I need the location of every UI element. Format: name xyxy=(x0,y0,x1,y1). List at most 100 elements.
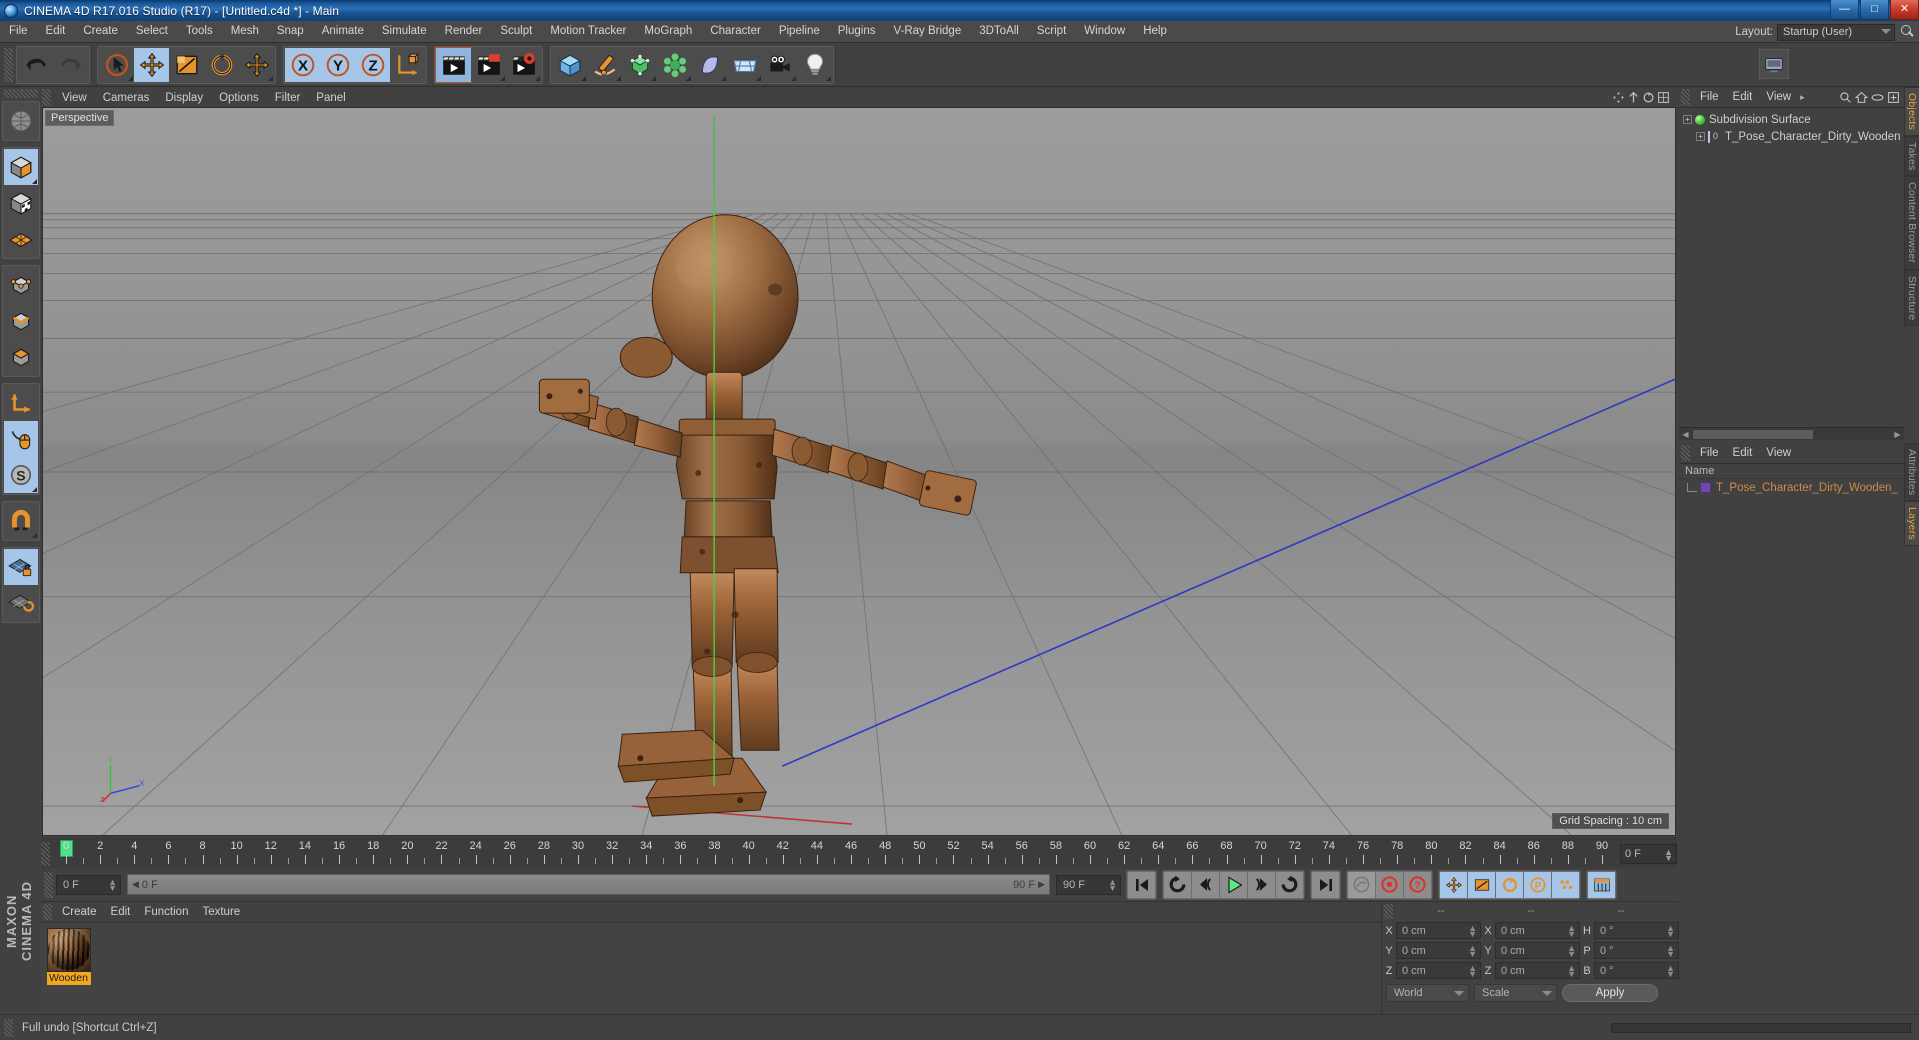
object-manager-grip[interactable] xyxy=(1681,89,1690,105)
add-spline-button[interactable] xyxy=(587,47,622,82)
viewport-grip[interactable] xyxy=(42,89,51,106)
toolbar-grip[interactable] xyxy=(4,47,13,82)
search-icon[interactable] xyxy=(1899,24,1915,40)
left-toolbar-grip[interactable] xyxy=(3,89,38,98)
spinner-icon[interactable]: ▲ ▼ xyxy=(1468,964,1477,979)
menu-item-sculpt[interactable]: Sculpt xyxy=(491,21,541,42)
rotation-h-field[interactable]: 0 ° ▲ ▼ xyxy=(1594,922,1679,939)
menu-item-character[interactable]: Character xyxy=(701,21,770,42)
object-manager-hscrollbar[interactable]: ◀ ▶ xyxy=(1679,427,1904,440)
add-deformer-button[interactable] xyxy=(657,47,692,82)
panel-tab-structure[interactable]: Structure xyxy=(1904,269,1919,327)
material-menu-function[interactable]: Function xyxy=(137,903,195,922)
menu-item-file[interactable]: File xyxy=(0,21,37,42)
magnet-tool-button[interactable] xyxy=(3,503,38,539)
menu-item-motion-tracker[interactable]: Motion Tracker xyxy=(541,21,635,42)
expand-toggle-icon[interactable]: + xyxy=(1696,132,1705,141)
step-back-button[interactable] xyxy=(1192,871,1219,898)
apply-button[interactable]: Apply xyxy=(1562,984,1658,1002)
material-menu-texture[interactable]: Texture xyxy=(195,903,247,922)
menu-item-help[interactable]: Help xyxy=(1134,21,1176,42)
spinner-icon[interactable]: ▲ ▼ xyxy=(1567,924,1576,939)
scroll-thumb[interactable] xyxy=(1693,430,1813,439)
polygon-mode-button[interactable] xyxy=(3,339,38,375)
spinner-icon[interactable]: ▲ ▼ xyxy=(1666,944,1675,959)
edge-mode-button[interactable] xyxy=(3,303,38,339)
spinner-icon[interactable]: ▲ ▼ xyxy=(108,877,117,892)
rotate-tool[interactable] xyxy=(204,47,239,82)
viewport-menu-display[interactable]: Display xyxy=(157,89,211,107)
menu-item-render[interactable]: Render xyxy=(436,21,492,42)
panel-tab-content-browser[interactable]: Content Browser xyxy=(1904,176,1919,270)
home-icon[interactable] xyxy=(1855,91,1868,104)
panel-tab-layers[interactable]: Layers xyxy=(1904,501,1919,547)
object-manager-tree[interactable]: + Subdivision Surface +0 T_Pose_Character_D… xyxy=(1679,107,1904,427)
spinner-icon[interactable]: ▲ ▼ xyxy=(1666,924,1675,939)
spinner-icon[interactable]: ▲ ▼ xyxy=(1567,944,1576,959)
menu-item-tools[interactable]: Tools xyxy=(177,21,222,42)
previous-key-button[interactable] xyxy=(1164,871,1191,898)
render-queue-button[interactable] xyxy=(1759,49,1789,79)
wooden-mannequin-model[interactable] xyxy=(43,108,1675,835)
spinner-icon[interactable]: ▲ ▼ xyxy=(1468,924,1477,939)
object-row[interactable]: + Subdivision Surface xyxy=(1683,111,1904,128)
lock-workplane-button[interactable] xyxy=(3,549,38,585)
lock-z-axis-button[interactable]: Z xyxy=(355,47,390,82)
menu-item-simulate[interactable]: Simulate xyxy=(373,21,436,42)
menu-item-3dtoall[interactable]: 3DToAll xyxy=(970,21,1028,42)
keyframe-help-button[interactable]: ? xyxy=(1404,871,1431,898)
add-scene-object-button[interactable] xyxy=(727,47,762,82)
texture-mode-button[interactable] xyxy=(3,185,38,221)
layer-manager-grip[interactable] xyxy=(1681,445,1690,461)
close-button[interactable]: ✕ xyxy=(1890,0,1919,20)
search-icon[interactable] xyxy=(1839,91,1852,104)
layer-manager-menu-view[interactable]: View xyxy=(1759,444,1798,463)
menu-item-v-ray-bridge[interactable]: V-Ray Bridge xyxy=(884,21,970,42)
snap-settings-button[interactable]: S xyxy=(3,457,38,493)
rotation-key-button[interactable] xyxy=(1496,871,1523,898)
position-x-field[interactable]: 0 cm ▲ ▼ xyxy=(1396,922,1481,939)
object-manager-menu-edit[interactable]: Edit xyxy=(1726,88,1760,107)
viewport-menu-panel[interactable]: Panel xyxy=(308,89,353,107)
material-item[interactable]: Wooden xyxy=(47,928,93,985)
menu-item-edit[interactable]: Edit xyxy=(37,21,75,42)
move-tool[interactable] xyxy=(134,47,169,82)
menu-item-select[interactable]: Select xyxy=(127,21,177,42)
position-y-field[interactable]: 0 cm ▲ ▼ xyxy=(1396,942,1481,959)
redo-button[interactable] xyxy=(53,47,88,82)
rotation-p-field[interactable]: 0 ° ▲ ▼ xyxy=(1594,942,1679,959)
viewport-menu-filter[interactable]: Filter xyxy=(267,89,309,107)
parameter-key-button[interactable]: P xyxy=(1524,871,1551,898)
material-menu-create[interactable]: Create xyxy=(55,903,104,922)
step-forward-button[interactable] xyxy=(1248,871,1275,898)
open-timeline-button[interactable] xyxy=(1588,871,1615,898)
model-mode-button[interactable] xyxy=(3,149,38,185)
layer-color-swatch[interactable] xyxy=(1700,482,1711,493)
viewport-menu-options[interactable]: Options xyxy=(211,89,267,107)
record-keyframe-button[interactable] xyxy=(1376,871,1403,898)
enable-axis-button[interactable] xyxy=(3,385,38,421)
move-tool-alt[interactable] xyxy=(239,47,274,82)
spinner-icon[interactable]: ▲ ▼ xyxy=(1468,944,1477,959)
toggle-layout-icon[interactable] xyxy=(1657,91,1670,104)
end-frame-field[interactable]: 90 F ▲ ▼ xyxy=(1056,874,1121,895)
menu-item-window[interactable]: Window xyxy=(1075,21,1134,42)
viewport-menu-cameras[interactable]: Cameras xyxy=(95,89,158,107)
menu-item-pipeline[interactable]: Pipeline xyxy=(770,21,829,42)
current-frame-field[interactable]: 0 F ▲ ▼ xyxy=(56,874,121,895)
world-object-coordinates-button[interactable] xyxy=(390,47,425,82)
menu-item-create[interactable]: Create xyxy=(74,21,127,42)
add-nurbs-button[interactable] xyxy=(692,47,727,82)
expand-toggle-icon[interactable]: + xyxy=(1683,115,1692,124)
coordinate-system-dropdown[interactable]: World xyxy=(1386,984,1469,1002)
position-key-button[interactable] xyxy=(1440,871,1467,898)
perspective-viewport[interactable]: Perspective Grid Spacing : 10 cm Y X Z xyxy=(42,107,1676,836)
point-mode-button[interactable] xyxy=(3,267,38,303)
coordinate-mode-dropdown[interactable]: Scale xyxy=(1474,984,1557,1002)
workplane-button[interactable] xyxy=(3,221,38,257)
lock-x-axis-button[interactable]: X xyxy=(285,47,320,82)
pan-view-icon[interactable] xyxy=(1612,91,1625,104)
timeline-ruler[interactable]: 0 2 4 6 8 10 12 14 16 18 20 22 24 26 28 30 32 34 36 38 40 42 4… xyxy=(56,840,1616,868)
menu-item-snap[interactable]: Snap xyxy=(268,21,313,42)
position-z-field[interactable]: 0 cm ▲ ▼ xyxy=(1396,962,1481,979)
